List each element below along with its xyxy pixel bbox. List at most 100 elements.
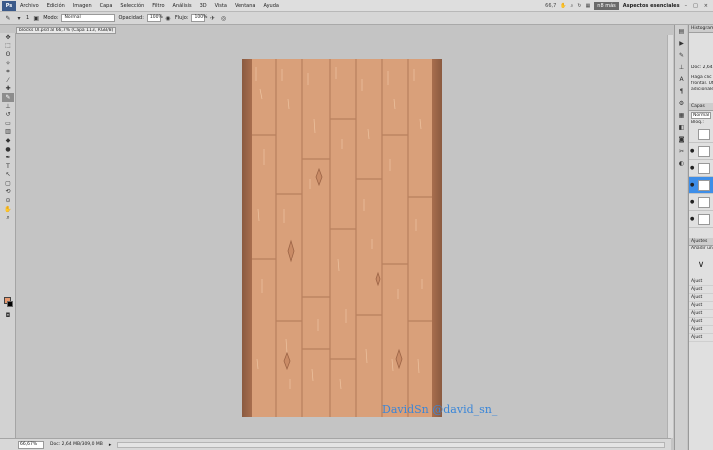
layers-tab[interactable]: Capas	[689, 103, 713, 111]
move-tool-icon[interactable]: ✥	[2, 33, 14, 42]
character-panel-icon[interactable]: A	[676, 74, 687, 85]
channels-panel-icon[interactable]: ◐	[676, 158, 687, 169]
blur-tool-icon[interactable]: ◆	[2, 136, 14, 145]
clone-source-icon[interactable]: ⊥	[676, 62, 687, 73]
3d-camera-tool-icon[interactable]: ⊙	[2, 196, 14, 205]
maximize-button[interactable]: □	[692, 3, 699, 9]
document-canvas[interactable]	[242, 59, 442, 417]
histogram-tab[interactable]: Histograma	[689, 25, 713, 33]
eraser-tool-icon[interactable]: ▭	[2, 119, 14, 128]
stamp-tool-icon[interactable]: ⊥	[2, 102, 14, 111]
levels-icon[interactable]: ∨	[689, 252, 713, 278]
brush-panel-icon[interactable]: ▣	[32, 14, 40, 22]
layer-row[interactable]: ●	[689, 194, 713, 211]
layer-thumbnail	[698, 145, 710, 157]
minimize-button[interactable]: –	[684, 3, 689, 9]
menu-capa[interactable]: Capa	[96, 3, 117, 9]
3d-rotate-tool-icon[interactable]: ⟲	[2, 188, 14, 197]
menu-ayuda[interactable]: Ayuda	[259, 3, 282, 9]
brush-panel-icon[interactable]: ✎	[676, 50, 687, 61]
pressure-size-icon[interactable]: ◎	[219, 14, 227, 22]
menu-edicion[interactable]: Edición	[43, 3, 69, 9]
eye-icon[interactable]: ●	[690, 165, 696, 171]
flow-input[interactable]: 100%	[191, 14, 207, 22]
info-line-4: adicionale	[691, 87, 713, 92]
eye-icon[interactable]: ●	[690, 216, 696, 222]
adjustment-item[interactable]: Ajust	[689, 310, 713, 318]
history-panel-icon[interactable]: ▤	[676, 26, 687, 37]
adjustment-item[interactable]: Ajust	[689, 318, 713, 326]
rotate-icon[interactable]: ↻	[577, 3, 581, 9]
arrange-icon[interactable]: ▦	[586, 3, 591, 9]
masks-panel-icon[interactable]: ◙	[676, 134, 687, 145]
swatches-panel-icon[interactable]: ▦	[676, 110, 687, 121]
hand-tool-icon[interactable]: ✋	[2, 205, 14, 214]
eye-icon[interactable]: ●	[690, 199, 696, 205]
layer-row[interactable]: ●	[689, 211, 713, 228]
status-menu-arrow-icon[interactable]: ▸	[109, 442, 112, 448]
layer-row[interactable]: ●	[689, 160, 713, 177]
menu-vista[interactable]: Vista	[211, 3, 231, 9]
menu-analisis[interactable]: Análisis	[169, 3, 196, 9]
zoom-tool-icon[interactable]: ⌕	[2, 213, 14, 222]
vertical-scrollbar[interactable]	[667, 35, 673, 438]
actions-panel-icon[interactable]: ▶	[676, 38, 687, 49]
quick-select-tool-icon[interactable]: ✧	[2, 59, 14, 68]
crop-tool-icon[interactable]: ⌗	[2, 67, 14, 76]
menu-3d[interactable]: 3D	[196, 3, 211, 9]
menu-filtro[interactable]: Filtro	[148, 3, 168, 9]
horizontal-scrollbar[interactable]	[117, 441, 665, 448]
adjustment-item[interactable]: Ajust	[689, 302, 713, 310]
gradient-tool-icon[interactable]: ▥	[2, 128, 14, 137]
brush-size[interactable]: 1	[26, 15, 29, 21]
dodge-tool-icon[interactable]: ●	[2, 145, 14, 154]
tool-presets-icon[interactable]: ⚙	[676, 98, 687, 109]
adjustment-item[interactable]: Ajust	[689, 278, 713, 286]
menu-imagen[interactable]: Imagen	[69, 3, 96, 9]
type-tool-icon[interactable]: T	[2, 162, 14, 171]
eye-icon[interactable]: ●	[690, 148, 696, 154]
menu-seleccion[interactable]: Selección	[116, 3, 148, 9]
status-zoom-field[interactable]: 66,67%	[18, 440, 44, 449]
opacity-input[interactable]: 100%	[146, 14, 163, 22]
adjustment-item[interactable]: Ajust	[689, 334, 713, 342]
paths-panel-icon[interactable]: ✂	[676, 146, 687, 157]
layer-row-selected[interactable]: ●	[689, 177, 713, 194]
path-select-tool-icon[interactable]: ↖	[2, 171, 14, 180]
eye-icon[interactable]: ●	[690, 182, 696, 188]
document-tab[interactable]: blocks UI.psd al 66,7% (Capa 113, RGB/8)	[16, 27, 116, 34]
adjustment-item[interactable]: Ajust	[689, 294, 713, 302]
pressure-opacity-icon[interactable]: ◉	[164, 14, 172, 22]
brush-tool-icon[interactable]: ✎	[2, 93, 14, 102]
workspace-switcher[interactable]: Aspectos esenciales	[623, 3, 680, 9]
brush-preset-icon[interactable]: ✎	[4, 14, 12, 22]
background-color-swatch[interactable]	[7, 301, 13, 307]
layer-row[interactable]	[689, 126, 713, 143]
marquee-tool-icon[interactable]: ⬚	[2, 42, 14, 51]
pen-tool-icon[interactable]: ✒	[2, 153, 14, 162]
menu-archivo[interactable]: Archivo	[16, 3, 43, 9]
styles-panel-icon[interactable]: ◧	[676, 122, 687, 133]
hand-icon[interactable]: ✋	[560, 3, 566, 9]
adjustment-item[interactable]: Ajust	[689, 286, 713, 294]
more-workspaces-badge[interactable]: n8 más	[594, 1, 619, 10]
quick-mask-icon[interactable]: ◘	[2, 311, 14, 320]
shape-tool-icon[interactable]: ▢	[2, 179, 14, 188]
canvas-area[interactable]: DavidSn @david_sn_	[17, 35, 667, 438]
history-brush-tool-icon[interactable]: ↺	[2, 110, 14, 119]
lasso-tool-icon[interactable]: ʘ	[2, 50, 14, 59]
mode-select[interactable]: Normal	[61, 14, 116, 22]
adjustment-item[interactable]: Ajust	[689, 326, 713, 334]
menu-ventana[interactable]: Ventana	[231, 3, 260, 9]
chevron-down-icon[interactable]: ▾	[15, 14, 23, 22]
paragraph-panel-icon[interactable]: ¶	[676, 86, 687, 97]
layer-row[interactable]: ●	[689, 143, 713, 160]
blend-mode-select[interactable]: Normal	[691, 112, 711, 119]
airbrush-icon[interactable]: ✈	[208, 14, 216, 22]
healing-tool-icon[interactable]: ✚	[2, 85, 14, 94]
zoom-level-display[interactable]: 66,7	[545, 3, 556, 9]
eyedropper-tool-icon[interactable]: ⁄	[2, 76, 14, 85]
close-button[interactable]: ×	[703, 3, 709, 9]
zoom-icon[interactable]: ⌕	[571, 3, 574, 9]
adjustments-tab[interactable]: Ajustes	[689, 238, 713, 246]
